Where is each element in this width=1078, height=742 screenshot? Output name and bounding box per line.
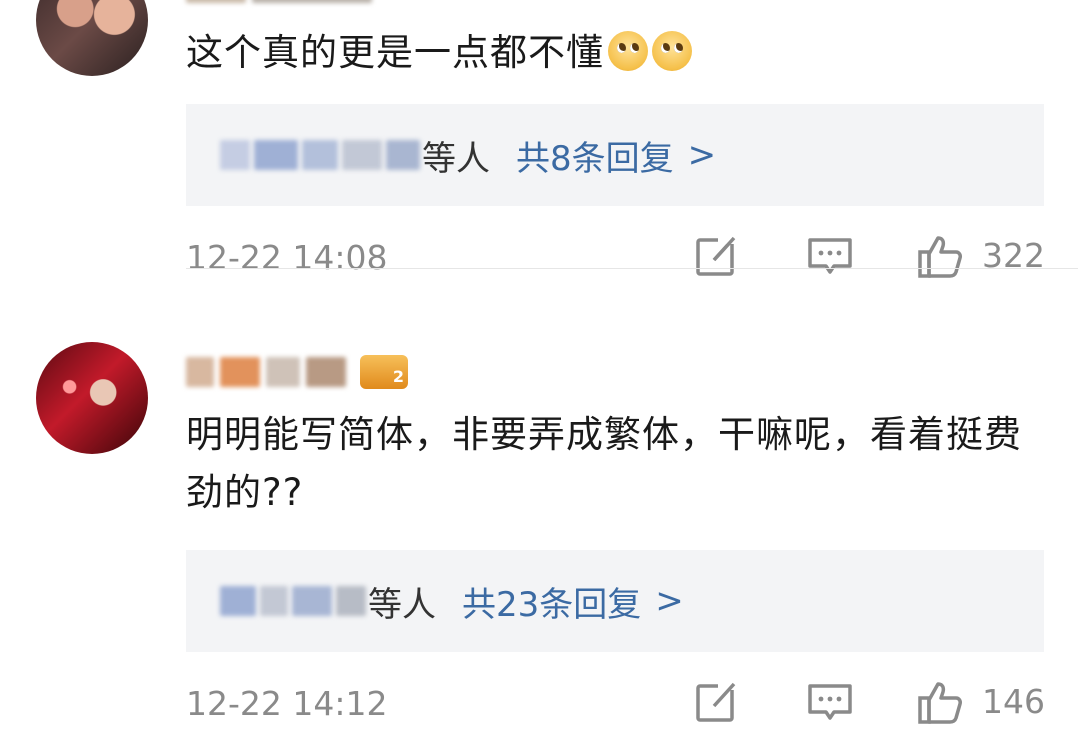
username-blurred[interactable]: 2 bbox=[186, 354, 408, 390]
reply-suffix: 等人 bbox=[368, 584, 436, 625]
like-count: 322 bbox=[982, 236, 1045, 275]
share-icon[interactable] bbox=[692, 232, 740, 280]
reply-usernames-blurred bbox=[220, 140, 420, 170]
level-badge: 2 bbox=[360, 355, 408, 389]
comment-text: 这个真的更是一点都不懂 bbox=[186, 24, 1046, 82]
comment-icon[interactable] bbox=[806, 232, 854, 280]
chevron-right-icon: > bbox=[687, 135, 717, 175]
pleading-face-emoji-icon bbox=[608, 31, 648, 71]
comment-text: 明明能写简体，非要弄成繁体，干嘛呢，看着挺费劲的?? bbox=[186, 406, 1046, 522]
avatar[interactable] bbox=[36, 342, 148, 454]
timestamp: 12-22 14:12 bbox=[186, 683, 388, 723]
comment-meta: 12-22 14:12 146 bbox=[186, 678, 1045, 728]
comment-meta: 12-22 14:08 322 bbox=[186, 232, 1045, 282]
replies-preview[interactable]: 等人 共8条回复 > bbox=[186, 104, 1044, 206]
divider bbox=[186, 268, 1078, 269]
thumbs-up-icon[interactable] bbox=[916, 232, 964, 280]
reply-usernames-blurred bbox=[220, 586, 366, 616]
chevron-right-icon: > bbox=[655, 581, 684, 621]
comment-text-content: 明明能写简体，非要弄成繁体，干嘛呢，看着挺费劲的?? bbox=[186, 413, 1022, 514]
reply-count-link[interactable]: 共8条回复 bbox=[516, 131, 674, 180]
share-icon[interactable] bbox=[692, 678, 740, 726]
thumbs-up-icon[interactable] bbox=[916, 678, 964, 726]
pleading-face-emoji-icon bbox=[652, 31, 692, 71]
comment-icon[interactable] bbox=[806, 678, 854, 726]
comment-item: 这个真的更是一点都不懂 等人 共8条回复 > 12-22 14:08 322 bbox=[0, 0, 1078, 304]
username-blurred[interactable] bbox=[186, 0, 372, 6]
avatar[interactable] bbox=[36, 0, 148, 76]
timestamp: 12-22 14:08 bbox=[186, 237, 388, 277]
comment-text-content: 这个真的更是一点都不懂 bbox=[186, 31, 604, 74]
replies-preview[interactable]: 等人 共23条回复 > bbox=[186, 550, 1044, 652]
reply-suffix: 等人 bbox=[422, 138, 490, 179]
like-count: 146 bbox=[982, 682, 1045, 721]
comment-item: 2 明明能写简体，非要弄成繁体，干嘛呢，看着挺费劲的?? 等人 共23条回复 >… bbox=[0, 306, 1078, 742]
reply-count-link[interactable]: 共23条回复 bbox=[462, 577, 641, 626]
